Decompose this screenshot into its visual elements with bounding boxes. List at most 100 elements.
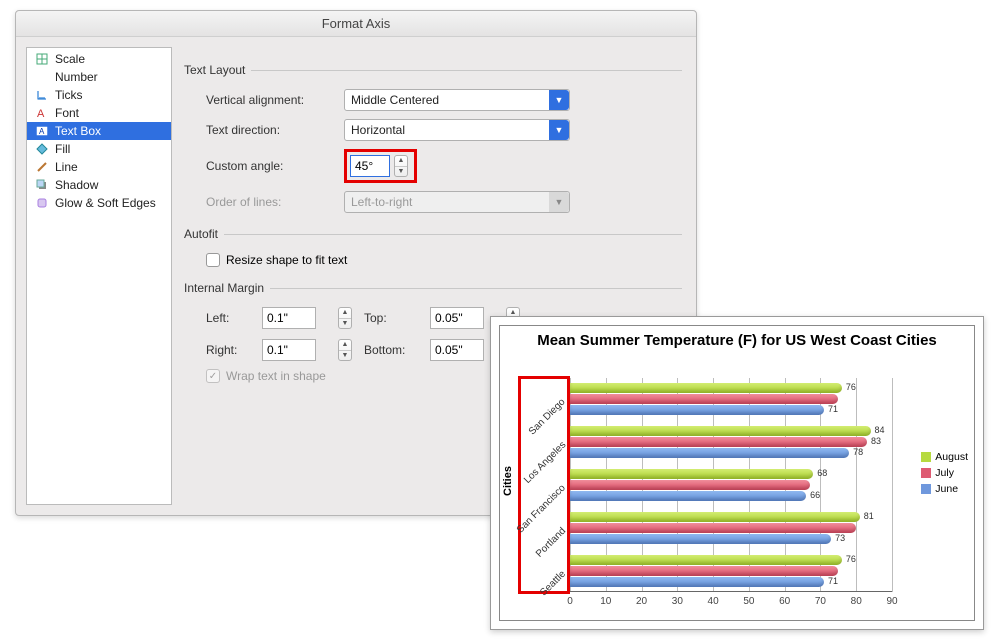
legend-swatch	[921, 484, 931, 494]
sidebar-item-label: Shadow	[55, 178, 98, 192]
resize-checkbox[interactable]	[206, 253, 220, 267]
bar-value-label: 66	[810, 490, 820, 500]
direction-select[interactable]: Horizontal ▼	[344, 119, 570, 141]
divider	[251, 70, 682, 71]
x-tick-label: 90	[886, 596, 897, 607]
svg-text:A: A	[39, 127, 45, 136]
bar	[570, 394, 838, 404]
valign-select[interactable]: Middle Centered ▼	[344, 89, 570, 111]
bar	[570, 480, 810, 490]
bar: 76	[570, 555, 842, 565]
category-label: Portland	[534, 525, 568, 559]
bar: 76	[570, 383, 842, 393]
legend-item-july: July	[921, 467, 968, 479]
number-icon	[35, 70, 49, 84]
shadow-icon	[35, 178, 49, 192]
svg-text:A: A	[37, 108, 45, 119]
x-tick-label: 10	[600, 596, 611, 607]
chevron-down-icon: ▼	[549, 192, 569, 212]
chart-title: Mean Summer Temperature (F) for US West …	[500, 326, 974, 352]
bar: 68	[570, 469, 813, 479]
right-label: Right:	[206, 343, 256, 357]
step-down[interactable]: ▼	[395, 167, 407, 177]
line-icon	[35, 160, 49, 174]
bar-value-label: 71	[828, 576, 838, 586]
bar-value-label: 73	[835, 533, 845, 543]
sidebar-item-label: Fill	[55, 142, 70, 156]
sidebar-item-scale[interactable]: Scale	[27, 50, 171, 68]
sidebar-item-fill[interactable]: Fill	[27, 140, 171, 158]
sidebar-item-label: Ticks	[55, 88, 83, 102]
x-tick-label: 0	[567, 596, 573, 607]
section-internal-margin: Internal Margin	[184, 281, 682, 295]
wrap-checkbox	[206, 369, 220, 383]
valign-label: Vertical alignment:	[206, 93, 336, 107]
divider	[270, 288, 682, 289]
bar: 71	[570, 577, 824, 587]
section-autofit: Autofit	[184, 227, 682, 241]
section-title: Autofit	[184, 227, 218, 241]
divider	[224, 234, 682, 235]
legend-item-june: June	[921, 483, 968, 495]
left-stepper[interactable]: ▲▼	[338, 307, 352, 329]
sidebar-item-shadow[interactable]: Shadow	[27, 176, 171, 194]
bar-value-label: 83	[871, 436, 881, 446]
sidebar-item-label: Number	[55, 70, 98, 84]
sidebar-item-line[interactable]: Line	[27, 158, 171, 176]
select-value: Horizontal	[351, 123, 405, 137]
section-title: Internal Margin	[184, 281, 264, 295]
dialog-title: Format Axis	[16, 11, 696, 37]
y-axis-title: Cities	[502, 466, 514, 496]
x-tick-label: 40	[708, 596, 719, 607]
select-value: Left-to-right	[351, 195, 412, 209]
sidebar-item-label: Text Box	[55, 124, 101, 138]
legend-label: August	[935, 451, 968, 463]
bar: 71	[570, 405, 824, 415]
sidebar-item-label: Glow & Soft Edges	[55, 196, 156, 210]
right-stepper[interactable]: ▲▼	[338, 339, 352, 361]
x-tick-label: 60	[779, 596, 790, 607]
section-text-layout: Text Layout	[184, 63, 682, 77]
font-icon: A	[35, 106, 49, 120]
sidebar-item-text-box[interactable]: A Text Box	[27, 122, 171, 140]
angle-highlight: ▲▼	[344, 149, 417, 183]
bar-value-label: 81	[864, 511, 874, 521]
sidebar-item-label: Font	[55, 106, 79, 120]
top-input[interactable]	[430, 307, 484, 329]
sidebar-item-number[interactable]: Number	[27, 68, 171, 86]
section-title: Text Layout	[184, 63, 245, 77]
bar-value-label: 84	[875, 425, 885, 435]
angle-input[interactable]	[350, 155, 390, 177]
bottom-input[interactable]	[430, 339, 484, 361]
category-label: Los Angeles	[522, 440, 568, 486]
chart-panel: Mean Summer Temperature (F) for US West …	[490, 316, 984, 630]
legend-label: July	[935, 467, 954, 479]
sidebar-item-glow[interactable]: Glow & Soft Edges	[27, 194, 171, 212]
sidebar-item-label: Line	[55, 160, 78, 174]
bar: 73	[570, 534, 831, 544]
step-up[interactable]: ▲	[395, 156, 407, 167]
bar-value-label: 68	[817, 468, 827, 478]
angle-stepper[interactable]: ▲▼	[394, 155, 408, 177]
bar-value-label: 78	[853, 447, 863, 457]
x-tick-label: 80	[851, 596, 862, 607]
dialog-sidebar: Scale Number Ticks A Font A Text Box Fil…	[26, 47, 172, 505]
bar	[570, 566, 838, 576]
resize-label: Resize shape to fit text	[226, 253, 347, 267]
ticks-icon	[35, 88, 49, 102]
x-tick-label: 50	[743, 596, 754, 607]
left-input[interactable]	[262, 307, 316, 329]
chevron-down-icon: ▼	[549, 120, 569, 140]
select-value: Middle Centered	[351, 93, 439, 107]
legend-item-august: August	[921, 451, 968, 463]
sidebar-item-font[interactable]: A Font	[27, 104, 171, 122]
bar-value-label: 76	[846, 382, 856, 392]
sidebar-item-ticks[interactable]: Ticks	[27, 86, 171, 104]
bottom-label: Bottom:	[364, 343, 424, 357]
bar: 81	[570, 512, 860, 522]
left-label: Left:	[206, 311, 256, 325]
scale-icon	[35, 52, 49, 66]
chart-legend: August July June	[921, 447, 968, 499]
gridline	[856, 378, 857, 592]
right-input[interactable]	[262, 339, 316, 361]
